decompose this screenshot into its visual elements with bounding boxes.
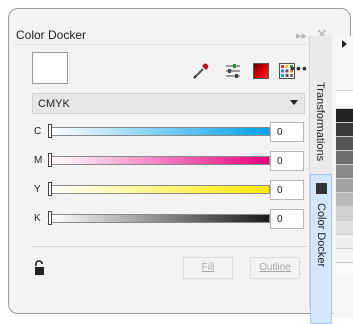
magenta-slider-thumb[interactable] xyxy=(48,153,52,167)
yellow-slider-thumb[interactable] xyxy=(48,182,52,196)
docker-tab-strip: Transformations Color Docker xyxy=(309,36,332,324)
black-slider-thumb[interactable] xyxy=(48,211,52,225)
title-separator xyxy=(14,44,314,45)
tab-color-docker-label: Color Docker xyxy=(315,203,327,268)
cyan-value-input[interactable]: 0 xyxy=(270,122,304,142)
color-docker-tab-icon xyxy=(316,183,327,194)
channel-label-k: K xyxy=(34,213,41,224)
palette-swatch[interactable] xyxy=(336,262,353,276)
palette-swatch[interactable] xyxy=(336,178,353,192)
cyan-slider-track[interactable] xyxy=(50,127,270,136)
eyedropper-icon[interactable] xyxy=(192,62,210,80)
palette-swatch[interactable] xyxy=(336,206,353,220)
color-model-value: CMYK xyxy=(38,98,70,110)
palette-swatch[interactable] xyxy=(336,192,353,206)
collapse-arrows-icon[interactable]: ▸▸ xyxy=(296,30,307,42)
palette-swatch[interactable] xyxy=(336,136,353,150)
palette-swatch[interactable] xyxy=(336,164,353,178)
slider-row-magenta: M 0 xyxy=(32,151,307,173)
palette-no-color[interactable] xyxy=(336,90,353,104)
color-model-dropdown[interactable]: CMYK xyxy=(32,93,305,114)
docker-title: Color Docker xyxy=(16,28,87,42)
bottom-separator xyxy=(32,246,308,247)
yellow-value-input[interactable]: 0 xyxy=(270,180,304,200)
cyan-slider-thumb[interactable] xyxy=(48,124,52,138)
magenta-slider-track[interactable] xyxy=(50,156,270,165)
palette-swatch[interactable] xyxy=(336,248,353,262)
tab-color-docker[interactable]: Color Docker xyxy=(310,174,332,324)
black-slider-track[interactable] xyxy=(50,214,270,223)
fill-button[interactable]: Fill xyxy=(183,257,233,279)
magenta-value-input[interactable]: 0 xyxy=(270,151,304,171)
play-arrow-icon[interactable] xyxy=(342,40,347,48)
tab-transformations[interactable]: Transformations xyxy=(310,60,332,170)
channel-label-c: C xyxy=(34,126,42,137)
palette-swatch[interactable] xyxy=(336,122,353,136)
chevron-down-icon xyxy=(290,100,298,105)
palette-swatch[interactable] xyxy=(336,234,353,248)
color-sliders-icon[interactable] xyxy=(224,62,242,80)
unlock-icon[interactable] xyxy=(34,260,48,276)
tab-transformations-label: Transformations xyxy=(314,82,326,162)
current-color-swatch[interactable] xyxy=(32,52,68,84)
black-value-input[interactable]: 0 xyxy=(270,209,304,229)
channel-label-y: Y xyxy=(34,184,41,195)
palette-swatch[interactable] xyxy=(336,150,353,164)
color-viewer-icon[interactable] xyxy=(253,63,269,79)
slider-row-cyan: C 0 xyxy=(32,122,307,144)
slider-row-yellow: Y 0 xyxy=(32,180,307,202)
channel-label-m: M xyxy=(34,155,43,166)
palette-swatch[interactable] xyxy=(336,108,353,122)
outline-button[interactable]: Outline xyxy=(250,257,300,279)
slider-row-black: K 0 xyxy=(32,209,307,231)
side-palette-strip xyxy=(333,36,353,318)
yellow-slider-track[interactable] xyxy=(50,185,270,194)
palette-swatch[interactable] xyxy=(336,220,353,234)
